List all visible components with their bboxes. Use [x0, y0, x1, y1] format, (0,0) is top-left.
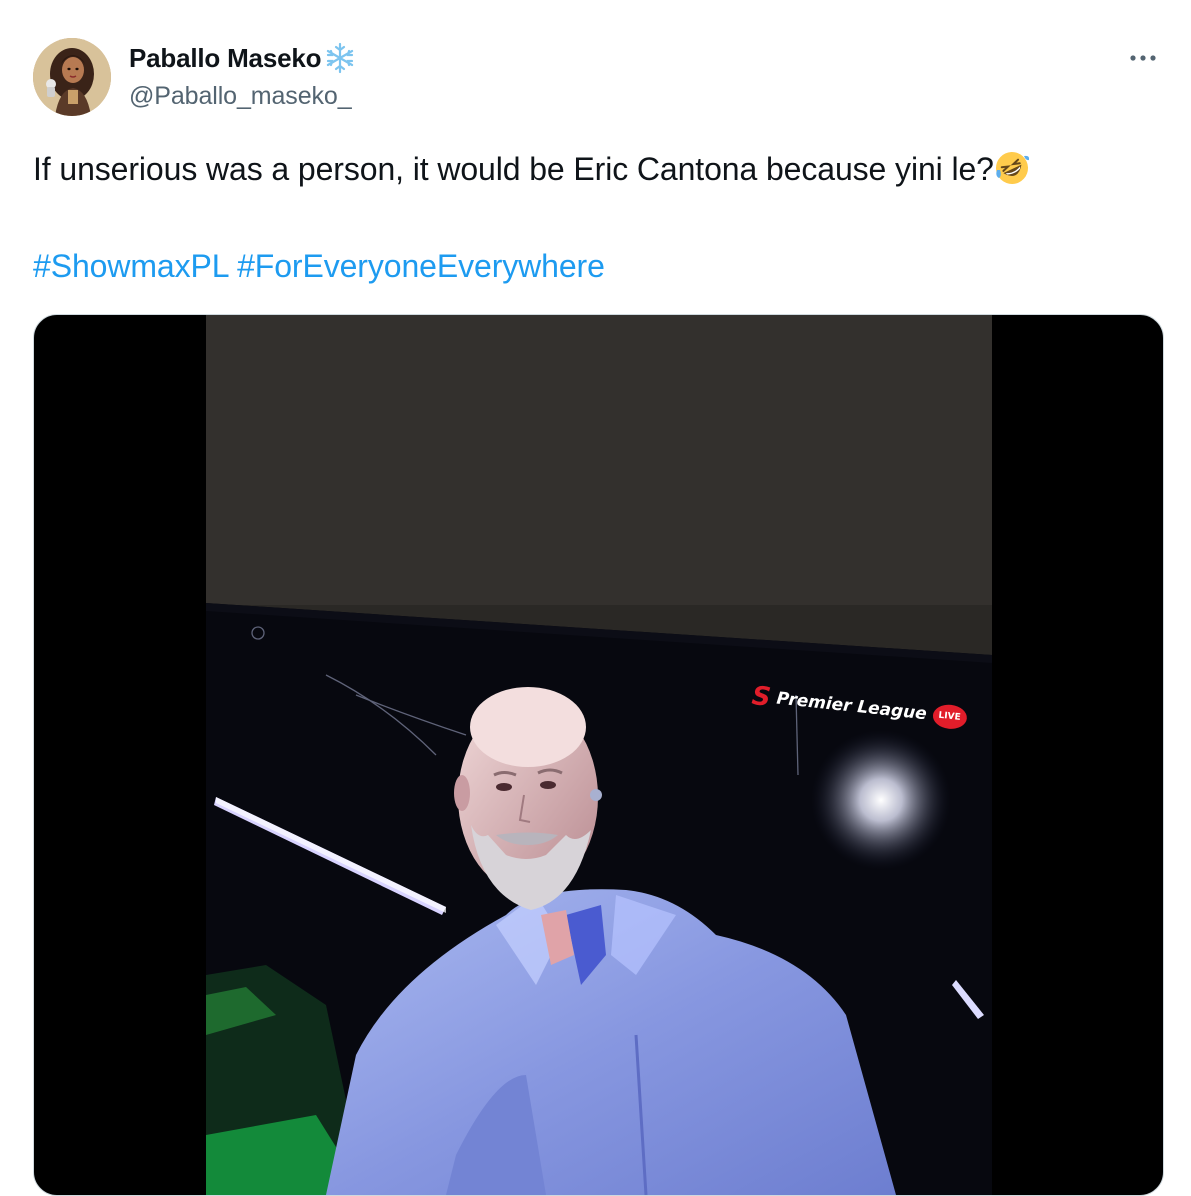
- tweet-text: If unserious was a person, it would be E…: [33, 146, 1153, 192]
- live-badge: LIVE: [931, 703, 968, 731]
- video-player[interactable]: S Premier League LIVE: [33, 314, 1164, 1196]
- supersport-logo: S: [750, 681, 773, 713]
- author-handle[interactable]: @Paballo_maseko_: [129, 82, 352, 111]
- tweet-card: Paballo Maseko @Paballo_maseko_ If unser…: [0, 0, 1191, 1196]
- hashtags: #ShowmaxPL #ForEveryoneEverywhere: [33, 243, 605, 289]
- avatar[interactable]: [33, 38, 111, 116]
- video-thumbnail: [206, 315, 992, 1195]
- video-frame: S Premier League LIVE: [206, 315, 992, 1195]
- more-options-button[interactable]: [1125, 40, 1161, 76]
- hashtag-showmaxpl[interactable]: #ShowmaxPL: [33, 248, 228, 284]
- hashtag-foreveryoneeverywhere[interactable]: #ForEveryoneEverywhere: [237, 248, 605, 284]
- author-name-row: Paballo Maseko: [129, 40, 357, 76]
- more-horizontal-icon: [1130, 55, 1156, 61]
- rolling-on-floor-laughing-emoji: [994, 150, 1030, 186]
- snowflake-icon: [323, 41, 357, 75]
- avatar-image: [33, 38, 111, 116]
- tweet-text-body: If unserious was a person, it would be E…: [33, 151, 994, 187]
- author-display-name[interactable]: Paballo Maseko: [129, 43, 321, 74]
